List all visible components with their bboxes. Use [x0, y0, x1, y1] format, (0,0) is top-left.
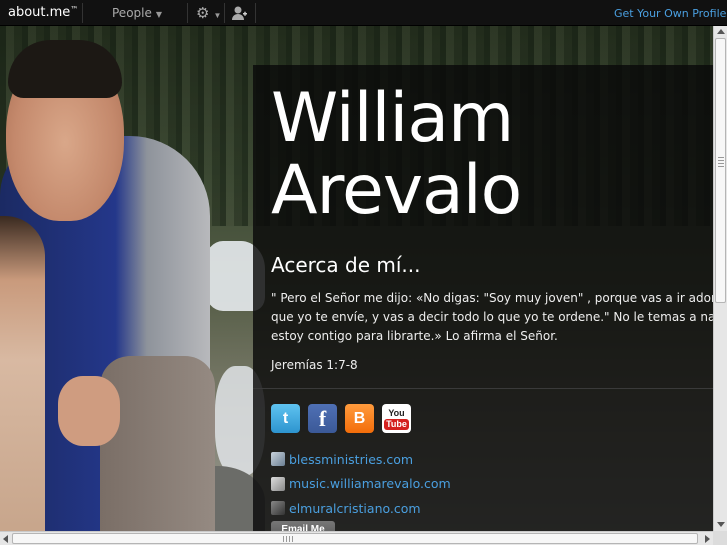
- facebook-icon[interactable]: f: [308, 404, 337, 433]
- person-add-icon[interactable]: [231, 5, 247, 26]
- settings-menu[interactable]: ⚙ ▼: [196, 4, 221, 22]
- first-name: William: [271, 79, 514, 158]
- profile-panel: William Arevalo Acerca de mí... " Pero e…: [253, 65, 713, 531]
- panel-divider: [253, 388, 713, 389]
- link-text: elmuralcristiano.com: [289, 500, 421, 516]
- last-name: Arevalo: [271, 151, 522, 230]
- bio-line: " Pero el Señor me dijo: «No digas: "Soy…: [271, 291, 713, 305]
- bio-text: " Pero el Señor me dijo: «No digas: "Soy…: [271, 289, 713, 346]
- vertical-scrollbar[interactable]: [713, 26, 727, 531]
- facebook-glyph: f: [318, 405, 327, 431]
- get-your-own-profile-link[interactable]: Get Your Own Profile: [614, 7, 726, 20]
- website-link[interactable]: blessministries.com: [271, 447, 451, 472]
- scroll-right-icon[interactable]: [705, 535, 710, 543]
- person-hair: [8, 40, 122, 98]
- youtube-tube: Tube: [384, 418, 409, 430]
- blogger-glyph: B: [353, 409, 366, 427]
- gear-icon: ⚙: [196, 5, 210, 22]
- people-menu[interactable]: People ▼: [112, 6, 162, 20]
- favicon-icon: [271, 452, 285, 467]
- logo-text: about.me: [8, 5, 71, 20]
- divider: [255, 3, 256, 23]
- divider: [187, 3, 188, 23]
- profile-name: William Arevalo: [271, 79, 522, 230]
- bible-verse: Jeremías 1:7-8: [271, 358, 358, 372]
- bio-line: que yo te envíe, y vas a decir todo lo q…: [271, 310, 713, 324]
- people-label: People: [112, 6, 152, 20]
- grip-icon: [283, 536, 295, 542]
- person-pants: [100, 356, 215, 531]
- youtube-you: You: [388, 407, 405, 418]
- twitter-icon[interactable]: t: [271, 404, 300, 433]
- about-me-logo[interactable]: about.me™: [8, 5, 78, 20]
- email-me-button[interactable]: Email Me: [271, 521, 335, 531]
- blogger-icon[interactable]: B: [345, 404, 374, 433]
- second-person: [0, 216, 45, 531]
- chevron-down-icon: ▼: [155, 10, 163, 19]
- link-text: music.williamarevalo.com: [289, 476, 451, 492]
- website-links: blessministries.com music.williamarevalo…: [271, 447, 451, 521]
- website-link[interactable]: elmuralcristiano.com: [271, 496, 451, 521]
- website-link[interactable]: music.williamarevalo.com: [271, 472, 451, 497]
- youtube-icon[interactable]: You Tube: [382, 404, 411, 433]
- chevron-down-icon: ▼: [213, 11, 222, 20]
- bio-line: estoy contigo para librarte.» Lo afirma …: [271, 329, 558, 343]
- scroll-down-icon[interactable]: [717, 522, 725, 527]
- favicon-icon: [271, 501, 285, 516]
- scroll-up-icon[interactable]: [717, 29, 725, 34]
- twitter-glyph: t: [282, 409, 289, 427]
- social-icons: t f B You Tube: [271, 404, 411, 433]
- person-hand: [58, 376, 120, 446]
- link-text: blessministries.com: [289, 451, 414, 467]
- logo-trademark: ™: [70, 5, 79, 14]
- vertical-scroll-thumb[interactable]: [715, 38, 726, 303]
- divider: [224, 3, 225, 23]
- favicon-icon: [271, 476, 285, 491]
- horizontal-scrollbar[interactable]: [0, 531, 713, 545]
- scrollbar-corner: [713, 531, 727, 545]
- top-navigation-bar: about.me™ People ▼ ⚙ ▼ Get Your Own Profil…: [0, 0, 727, 26]
- grip-icon: [718, 157, 724, 169]
- scroll-left-icon[interactable]: [3, 535, 8, 543]
- horizontal-scroll-thumb[interactable]: [12, 533, 698, 544]
- divider: [82, 3, 83, 23]
- about-heading: Acerca de mí...: [271, 253, 421, 277]
